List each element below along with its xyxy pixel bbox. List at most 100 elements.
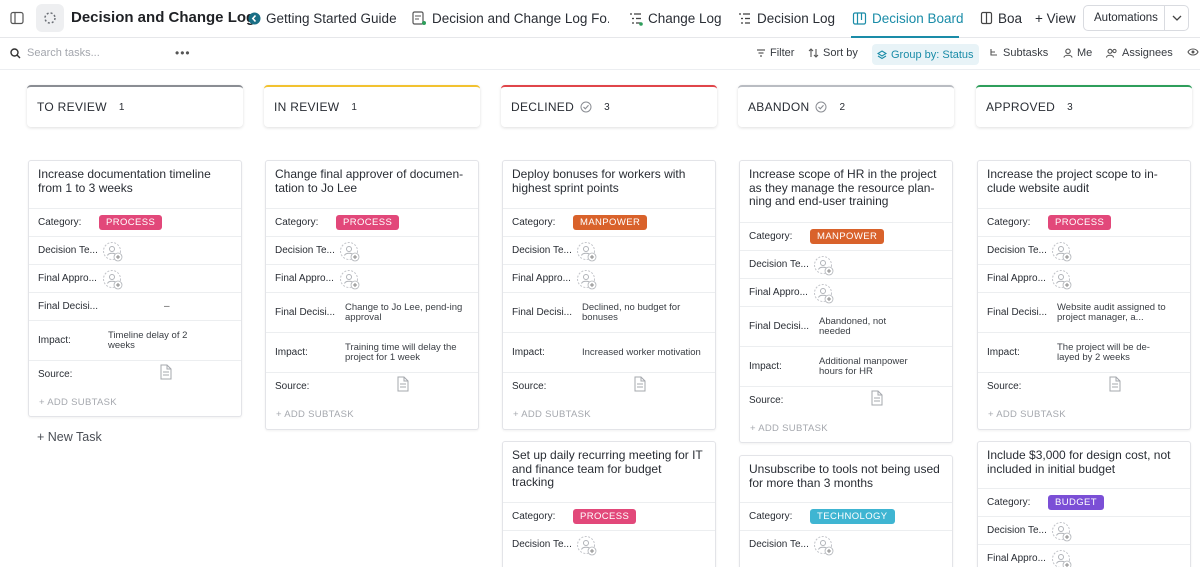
space-loading-icon[interactable] bbox=[36, 4, 64, 32]
column-header-declined[interactable]: DECLINED 3 bbox=[501, 85, 717, 127]
category-tag[interactable]: MANPOWER bbox=[810, 229, 885, 244]
final-decision-value[interactable]: Declined, no budget for bonuses bbox=[582, 302, 702, 323]
add-subtask-button[interactable]: + ADD SUBTASK bbox=[276, 409, 354, 420]
category-tag[interactable]: PROCESS bbox=[573, 509, 637, 524]
add-assignee-icon[interactable] bbox=[576, 269, 597, 289]
sort-button[interactable]: Sort by bbox=[808, 47, 858, 59]
decision-team-row: Decision Te... bbox=[503, 236, 715, 264]
task-card[interactable]: Increase documentation timeline from 1 t… bbox=[28, 160, 242, 417]
column-header-to-review[interactable]: TO REVIEW 1 bbox=[27, 85, 243, 127]
attachment-icon[interactable] bbox=[1108, 376, 1122, 397]
add-view-button[interactable]: + View bbox=[1035, 0, 1076, 36]
decision-team-row: Decision Te... bbox=[740, 530, 952, 558]
category-tag[interactable]: PROCESS bbox=[336, 215, 400, 230]
attachment-icon[interactable] bbox=[633, 376, 647, 397]
automations-button[interactable]: Automations bbox=[1083, 5, 1189, 31]
final-decision-value[interactable]: Abandoned, not needed bbox=[819, 316, 919, 337]
attachment-icon[interactable] bbox=[159, 364, 173, 385]
impact-row: Impact: The project will be de-layed by … bbox=[978, 332, 1190, 372]
add-assignee-icon[interactable] bbox=[1051, 521, 1072, 541]
more-options-icon[interactable]: ••• bbox=[175, 46, 191, 60]
me-button[interactable]: Me bbox=[1063, 47, 1092, 59]
field-label: Final Appro... bbox=[512, 273, 571, 284]
final-decision-value[interactable]: Change to Jo Lee, pend-ing approval bbox=[345, 302, 465, 323]
task-card[interactable]: Increase the project scope to in-clude w… bbox=[977, 160, 1191, 430]
final-decision-value[interactable]: – bbox=[164, 301, 170, 312]
tab-decision-board[interactable]: Decision Board bbox=[852, 0, 964, 36]
column-header-in-review[interactable]: IN REVIEW 1 bbox=[264, 85, 480, 127]
task-card[interactable]: Change final approver of documen-tation … bbox=[265, 160, 479, 430]
filter-button[interactable]: Filter bbox=[756, 47, 794, 59]
task-title[interactable]: Include $3,000 for design cost, not incl… bbox=[978, 442, 1190, 476]
category-tag[interactable]: TECHNOLOGY bbox=[810, 509, 895, 524]
active-tab-indicator bbox=[851, 36, 959, 38]
task-card[interactable]: Unsubscribe to tools not being used for … bbox=[739, 455, 953, 567]
subtasks-button[interactable]: Subtasks bbox=[989, 47, 1048, 59]
add-assignee-icon[interactable] bbox=[102, 241, 123, 261]
add-subtask-button[interactable]: + ADD SUBTASK bbox=[988, 409, 1066, 420]
final-approver-row: Final Appro... bbox=[29, 264, 241, 292]
task-card[interactable]: Deploy bonuses for workers with highest … bbox=[502, 160, 716, 430]
add-subtask-button[interactable]: + ADD SUBTASK bbox=[513, 409, 591, 420]
add-assignee-icon[interactable] bbox=[813, 535, 834, 555]
task-card[interactable]: Set up daily recurring meeting for IT an… bbox=[502, 441, 716, 567]
add-assignee-icon[interactable] bbox=[1051, 549, 1072, 567]
add-subtask-button[interactable]: + ADD SUBTASK bbox=[750, 423, 828, 434]
add-assignee-icon[interactable] bbox=[1051, 269, 1072, 289]
attachment-icon[interactable] bbox=[870, 390, 884, 411]
impact-value[interactable]: Training time will delay the project for… bbox=[345, 342, 465, 363]
add-assignee-icon[interactable] bbox=[1051, 241, 1072, 261]
eye-icon[interactable] bbox=[1187, 47, 1200, 57]
new-task-button[interactable]: + New Task bbox=[37, 430, 102, 444]
category-tag[interactable]: BUDGET bbox=[1048, 495, 1104, 510]
sidebar-toggle-icon[interactable] bbox=[6, 7, 28, 29]
tab-decision-change-log-form[interactable]: Decision and Change Log Fo... bbox=[411, 0, 609, 36]
search-input[interactable]: Search tasks... bbox=[10, 47, 100, 59]
column-header-approved[interactable]: APPROVED 3 bbox=[976, 85, 1192, 127]
category-tag[interactable]: MANPOWER bbox=[573, 215, 648, 230]
task-title[interactable]: Unsubscribe to tools not being used for … bbox=[740, 456, 952, 490]
add-assignee-icon[interactable] bbox=[576, 241, 597, 261]
task-title[interactable]: Increase the project scope to in-clude w… bbox=[978, 161, 1190, 195]
group-by-button[interactable]: Group by: Status bbox=[872, 44, 979, 65]
tab-board[interactable]: Boa bbox=[980, 0, 1024, 36]
tab-change-log[interactable]: Change Log bbox=[628, 0, 722, 36]
tab-getting-started[interactable]: Getting Started Guide bbox=[248, 0, 397, 36]
final-decision-value[interactable]: Website audit assigned to project manage… bbox=[1057, 302, 1182, 323]
category-tag[interactable]: PROCESS bbox=[1048, 215, 1112, 230]
task-title[interactable]: Increase scope of HR in the project as t… bbox=[740, 161, 952, 209]
add-assignee-icon[interactable] bbox=[576, 535, 597, 555]
attachment-icon[interactable] bbox=[396, 376, 410, 397]
task-card[interactable]: Increase scope of HR in the project as t… bbox=[739, 160, 953, 443]
field-label: Decision Te... bbox=[749, 259, 809, 270]
decision-team-row: Decision Te... bbox=[740, 250, 952, 278]
list-icon bbox=[628, 11, 643, 26]
field-label: Category: bbox=[749, 231, 793, 242]
tab-decision-log[interactable]: Decision Log bbox=[737, 0, 835, 36]
impact-row: Impact: Increased worker motivation bbox=[503, 332, 715, 372]
column-header-abandon[interactable]: ABANDON 2 bbox=[738, 85, 954, 127]
impact-value[interactable]: The project will be de-layed by 2 weeks bbox=[1057, 342, 1172, 363]
add-assignee-icon[interactable] bbox=[813, 255, 834, 275]
add-subtask-button[interactable]: + ADD SUBTASK bbox=[39, 397, 117, 408]
category-tag[interactable]: PROCESS bbox=[99, 215, 163, 230]
doc-icon bbox=[980, 11, 993, 25]
impact-value[interactable]: Increased worker motivation bbox=[582, 347, 702, 358]
assignees-button[interactable]: Assignees bbox=[1106, 47, 1173, 59]
task-title[interactable]: Set up daily recurring meeting for IT an… bbox=[503, 442, 715, 490]
add-assignee-icon[interactable] bbox=[813, 283, 834, 303]
impact-value[interactable]: Additional manpower hours for HR bbox=[819, 356, 929, 377]
category-row: Category: TECHNOLOGY bbox=[740, 502, 952, 530]
task-title[interactable]: Increase documentation timeline from 1 t… bbox=[29, 161, 241, 195]
add-assignee-icon[interactable] bbox=[339, 241, 360, 261]
category-row: Category: MANPOWER bbox=[503, 208, 715, 236]
add-assignee-icon[interactable] bbox=[102, 269, 123, 289]
add-assignee-icon[interactable] bbox=[339, 269, 360, 289]
chevron-down-icon[interactable] bbox=[1165, 15, 1188, 21]
final-decision-row: Final Decisi... Abandoned, not needed bbox=[740, 306, 952, 346]
task-card[interactable]: Include $3,000 for design cost, not incl… bbox=[977, 441, 1191, 567]
task-title[interactable]: Change final approver of documen-tation … bbox=[266, 161, 478, 195]
impact-value[interactable]: Timeline delay of 2 weeks bbox=[108, 330, 208, 351]
category-row: Category: MANPOWER bbox=[740, 222, 952, 250]
task-title[interactable]: Deploy bonuses for workers with highest … bbox=[503, 161, 715, 195]
